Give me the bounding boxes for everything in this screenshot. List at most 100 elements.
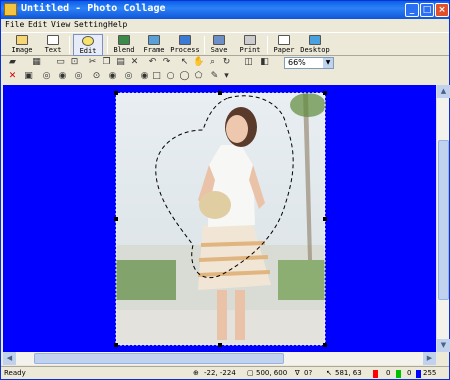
size-icon: ▢ xyxy=(247,369,254,377)
zoom-value: 66% xyxy=(288,58,306,67)
green-swatch xyxy=(396,370,401,378)
circle-tool-icon[interactable]: ◉ xyxy=(107,71,118,82)
resize-handle[interactable] xyxy=(218,343,222,347)
horizontal-scrollbar[interactable]: ◀ ▶ xyxy=(3,352,436,365)
app-window: Untitled - Photo Collage _ □ × File Edit… xyxy=(0,0,450,380)
circle-tool-icon[interactable]: ◉ xyxy=(139,71,150,82)
paper-button[interactable]: Paper xyxy=(272,34,296,56)
zoom-icon[interactable]: ⌕ xyxy=(207,57,218,68)
copy-icon[interactable]: ❐ xyxy=(101,57,112,68)
delete-icon[interactable]: ✕ xyxy=(129,57,140,68)
status-bar: Ready ⊕ -22, -224 ▢ 500, 600 ∇ 0? ↖ 581,… xyxy=(1,366,449,380)
app-icon[interactable] xyxy=(4,3,17,16)
angle-icon: ∇ xyxy=(295,369,300,377)
pointer-icon[interactable]: ↖ xyxy=(179,57,190,68)
window-icon[interactable]: ▭ xyxy=(55,57,66,68)
menu-bar: File Edit View Setting Help xyxy=(1,19,449,32)
status-offset: -22, -224 xyxy=(204,369,236,377)
cut-icon[interactable]: ✂ xyxy=(87,57,98,68)
image-button[interactable]: Image xyxy=(9,34,35,56)
toolbar-separator xyxy=(267,36,268,54)
toolbar-separator xyxy=(107,36,108,54)
maximize-button[interactable]: □ xyxy=(420,3,434,17)
scroll-left-icon[interactable]: ◀ xyxy=(3,352,16,365)
text-icon xyxy=(47,35,59,45)
close-icon[interactable]: ✕ xyxy=(7,71,18,82)
crop-icon[interactable]: ⊡ xyxy=(69,57,80,68)
vertical-scroll-thumb[interactable] xyxy=(438,140,449,300)
status-cursor: 581, 63 xyxy=(335,369,362,377)
scroll-right-icon[interactable]: ▶ xyxy=(423,352,436,365)
pen-icon[interactable]: ✎ xyxy=(209,71,220,82)
menu-help[interactable]: Help xyxy=(108,20,127,29)
open-folder-icon[interactable]: ▰ xyxy=(7,57,18,68)
menu-file[interactable]: File xyxy=(5,20,24,29)
layer-back-icon[interactable]: ◧ xyxy=(259,57,270,68)
zoom-select[interactable]: 66% ▼ xyxy=(284,57,334,69)
status-green: 0 xyxy=(407,369,412,377)
cursor-icon: ↖ xyxy=(326,369,332,377)
save-button[interactable]: Save xyxy=(208,34,230,56)
paste-icon[interactable]: ▤ xyxy=(115,57,126,68)
window-title: Untitled - Photo Collage xyxy=(21,3,166,14)
menu-setting[interactable]: Setting xyxy=(74,20,108,29)
horizontal-scroll-thumb[interactable] xyxy=(34,353,284,364)
vertical-scrollbar[interactable]: ▲ ▼ xyxy=(436,85,450,352)
resize-handle[interactable] xyxy=(114,91,118,95)
edit-button[interactable]: Edit xyxy=(73,34,103,56)
resize-handle[interactable] xyxy=(218,91,222,95)
edit-icon xyxy=(82,36,94,46)
scroll-down-icon[interactable]: ▼ xyxy=(437,339,450,352)
save-icon xyxy=(213,35,225,45)
redo-icon[interactable]: ↷ xyxy=(161,57,172,68)
blend-button[interactable]: Blend xyxy=(111,34,137,56)
rotate-icon[interactable]: ↻ xyxy=(221,57,232,68)
scroll-corner xyxy=(436,352,449,365)
circle-tool-icon[interactable]: ◎ xyxy=(41,71,52,82)
resize-handle[interactable] xyxy=(323,343,327,347)
resize-handle[interactable] xyxy=(323,91,327,95)
circle-tool-icon[interactable]: ⊙ xyxy=(91,71,102,82)
title-bar[interactable]: Untitled - Photo Collage _ □ × xyxy=(1,1,449,19)
desktop-button[interactable]: Desktop xyxy=(300,34,330,56)
main-toolbar: Image Text Edit Blend Frame Process Save xyxy=(1,32,449,56)
red-swatch xyxy=(373,370,378,378)
grid-icon[interactable]: ▦ xyxy=(31,57,42,68)
circle-tool-icon[interactable]: ◎ xyxy=(73,71,84,82)
circle-tool-icon[interactable]: ◎ xyxy=(123,71,134,82)
layer-front-icon[interactable]: ◫ xyxy=(243,57,254,68)
process-button[interactable]: Process xyxy=(169,34,201,56)
resize-handle[interactable] xyxy=(114,217,118,221)
toolbar-separator xyxy=(69,36,70,54)
rect-select-icon[interactable]: □ xyxy=(151,71,162,82)
resize-handle[interactable] xyxy=(323,217,327,221)
circle-select-icon[interactable]: ◯ xyxy=(179,71,190,82)
position-icon: ⊕ xyxy=(193,369,199,377)
print-button[interactable]: Print xyxy=(238,34,262,56)
status-red: 0 xyxy=(386,369,391,377)
text-button[interactable]: Text xyxy=(41,34,65,56)
menu-view[interactable]: View xyxy=(51,20,70,29)
canvas-area[interactable] xyxy=(3,85,436,352)
hand-icon[interactable]: ✋ xyxy=(193,57,204,68)
chevron-down-icon[interactable]: ▾ xyxy=(221,71,232,82)
scroll-up-icon[interactable]: ▲ xyxy=(437,85,450,98)
undo-icon[interactable]: ↶ xyxy=(147,57,158,68)
image-icon xyxy=(16,35,28,45)
edit-toolbar: ▰ ▦ ▭ ⊡ ✂ ❐ ▤ ✕ ↶ ↷ ↖ ✋ ⌕ ↻ ◫ ◧ 66% ▼ xyxy=(1,56,449,70)
menu-edit[interactable]: Edit xyxy=(28,20,47,29)
frame-icon xyxy=(148,35,160,45)
close-button[interactable]: × xyxy=(435,3,449,17)
status-size: 500, 600 xyxy=(256,369,288,377)
polygon-select-icon[interactable]: ⬠ xyxy=(193,71,204,82)
resize-handle[interactable] xyxy=(114,343,118,347)
circle-tool-icon[interactable]: ◉ xyxy=(57,71,68,82)
minimize-button[interactable]: _ xyxy=(405,3,419,17)
frame-select-icon[interactable]: ▣ xyxy=(23,71,34,82)
ellipse-select-icon[interactable]: ○ xyxy=(165,71,176,82)
chevron-down-icon[interactable]: ▼ xyxy=(323,58,333,68)
photo-canvas[interactable] xyxy=(3,85,436,352)
status-ready: Ready xyxy=(4,369,26,377)
blue-swatch xyxy=(416,370,421,378)
frame-button[interactable]: Frame xyxy=(141,34,167,56)
